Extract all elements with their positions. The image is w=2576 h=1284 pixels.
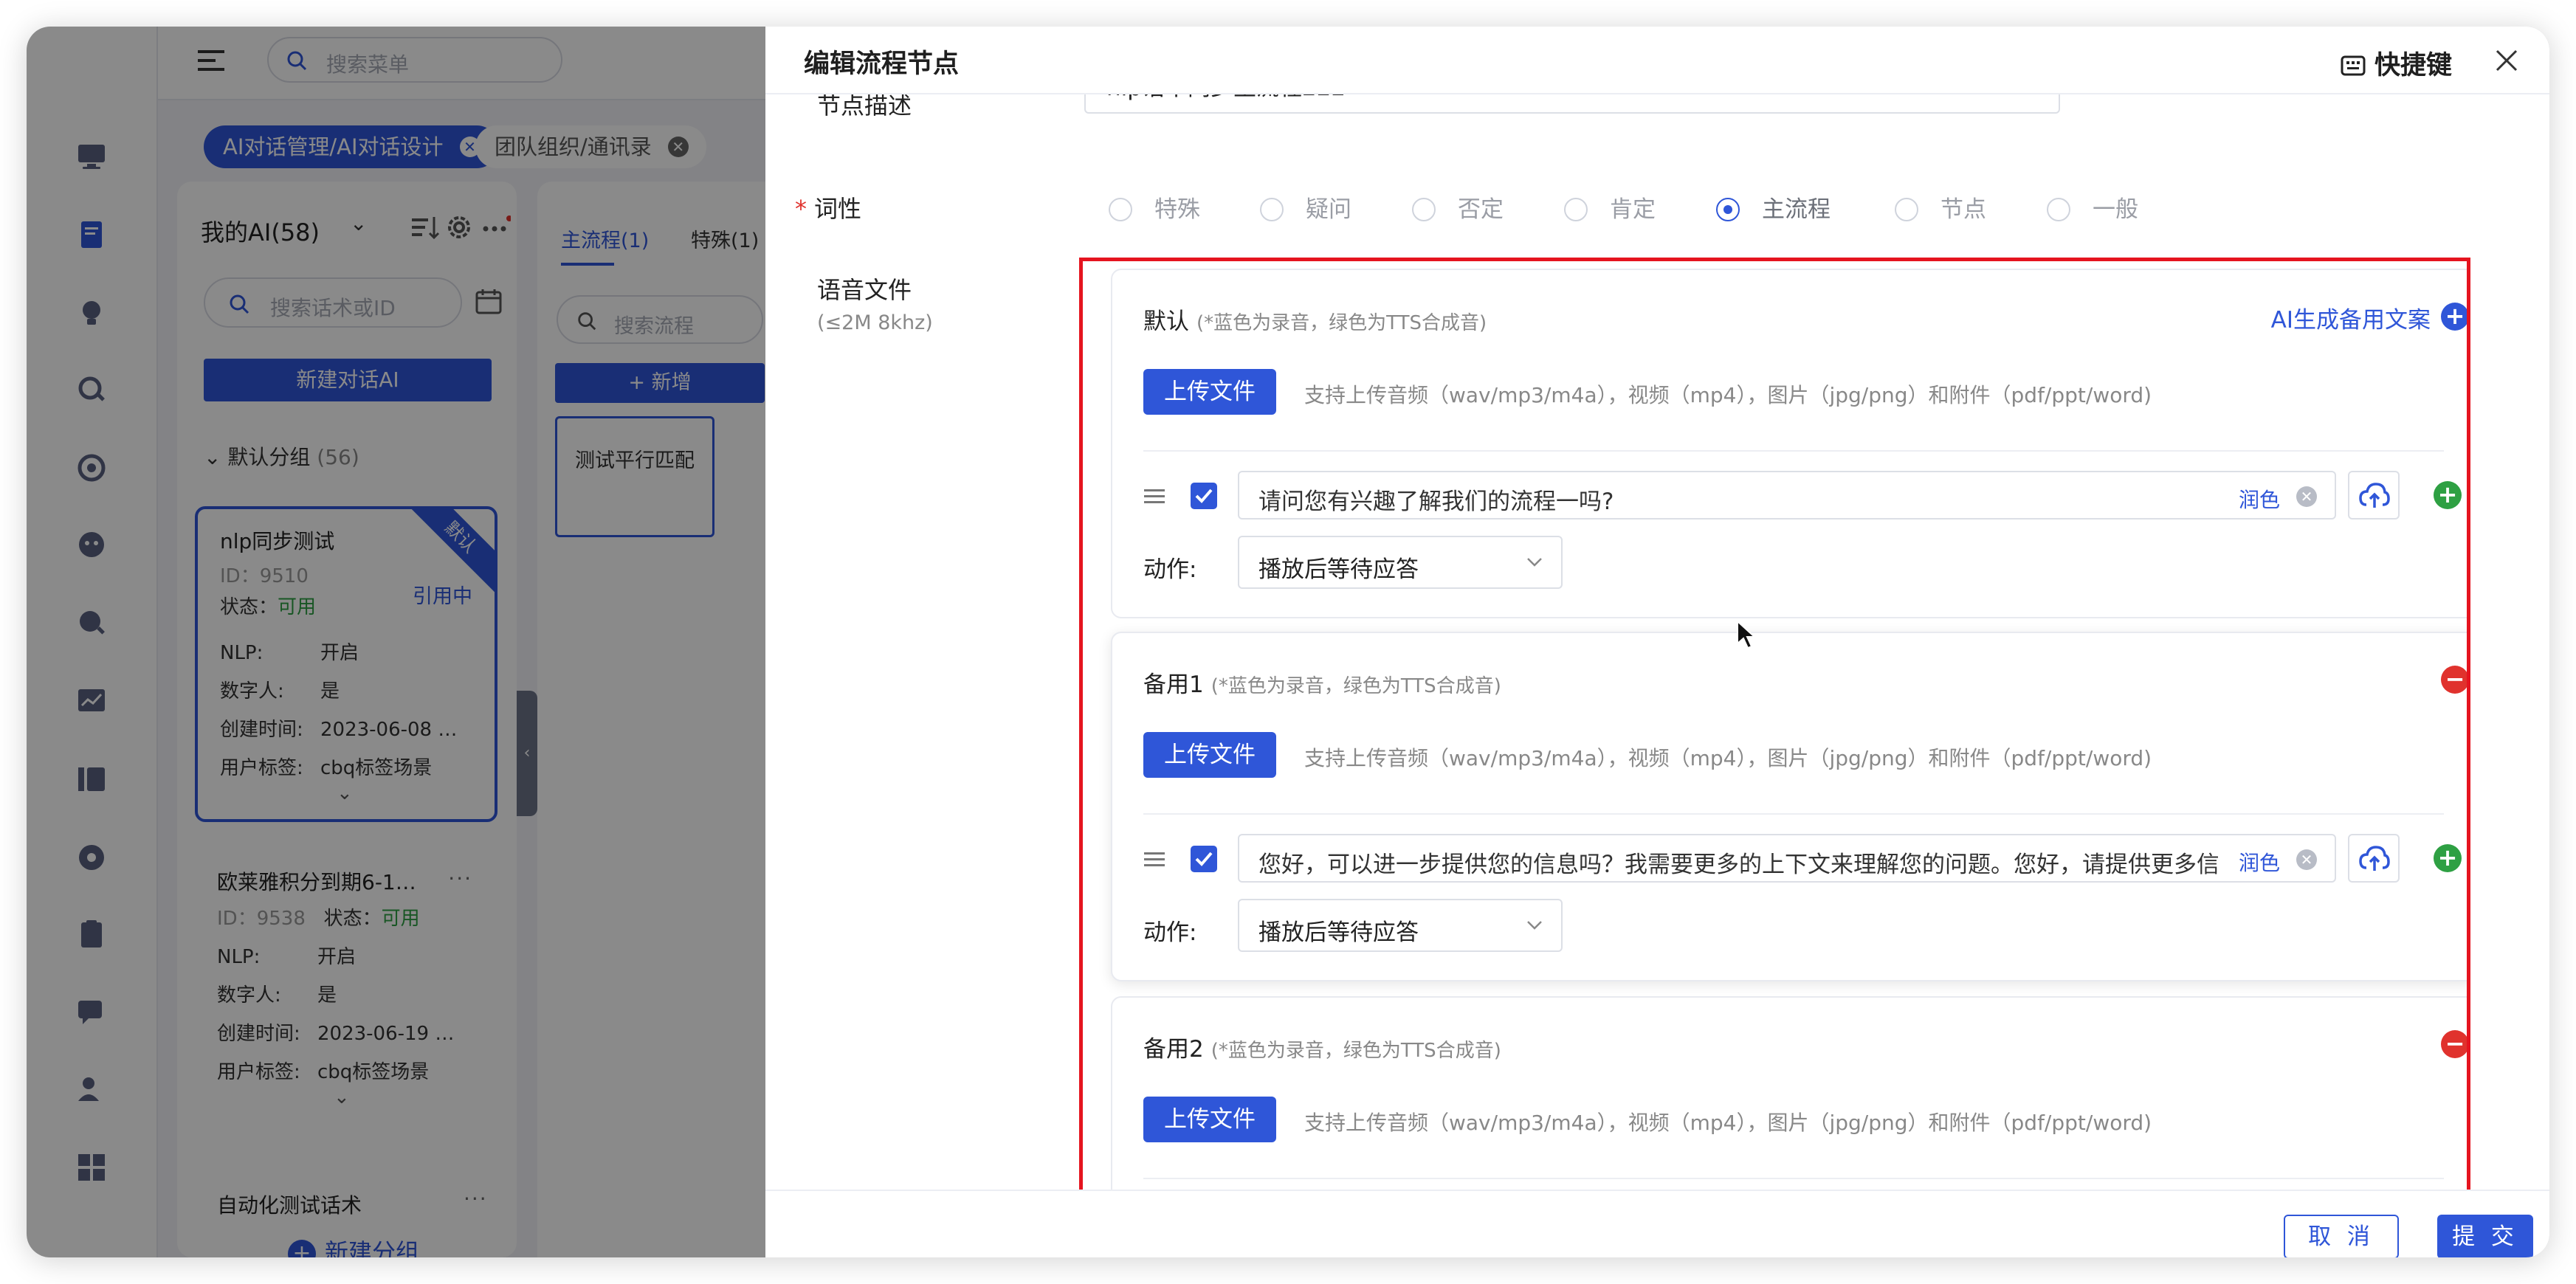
variant-hint: (*蓝色为录音，绿色为TTS合成音): [1196, 312, 1487, 334]
upload-hint: 支持上传音频（wav/mp3/m4a），视频（mp4），图片（jpg/png）和…: [1304, 383, 2152, 407]
ai-generate-link[interactable]: AI生成备用文案: [2271, 301, 2431, 334]
upload-file-button[interactable]: 上传文件: [1143, 732, 1276, 778]
cloud-upload-icon: [2359, 483, 2390, 508]
pos-label: * 词性: [795, 190, 861, 224]
radio-affirm[interactable]: 肯定: [1564, 190, 1656, 224]
variant-name: 备用1: [1143, 672, 1204, 698]
cloud-upload-icon: [2359, 846, 2390, 871]
radio-label: 疑问: [1306, 196, 1351, 223]
radio-dot: [2047, 198, 2070, 221]
action-label: 动作:: [1143, 556, 1197, 583]
highlight-frame: 默认 (*蓝色为录音，绿色为TTS合成音) AI生成备用文案 + 上传文件 支持上…: [1079, 258, 2470, 1190]
upload-file-button[interactable]: 上传文件: [1143, 1097, 1276, 1142]
clear-icon[interactable]: ✕: [2296, 849, 2317, 870]
remove-variant-icon[interactable]: −: [2441, 666, 2467, 694]
variant-checkbox[interactable]: [1191, 483, 1217, 509]
radio-label: 主流程: [1762, 196, 1831, 223]
action-label: 动作:: [1143, 919, 1197, 946]
node-description-input[interactable]: nlp话术同步主流程222: [1084, 94, 2060, 114]
action-select[interactable]: 播放后等待应答: [1238, 899, 1563, 952]
radio-negative[interactable]: 否定: [1412, 190, 1504, 224]
drag-handle-icon[interactable]: [1143, 486, 1165, 508]
cancel-button[interactable]: 取 消: [2284, 1215, 2399, 1257]
radio-label: 肯定: [1610, 196, 1656, 223]
submit-button[interactable]: 提 交: [2437, 1215, 2533, 1257]
divider: [1143, 1178, 2444, 1179]
variant-hint: (*蓝色为录音，绿色为TTS合成音): [1210, 675, 1501, 697]
radio-general[interactable]: 一般: [2047, 190, 2138, 224]
variant-backup-2: 备用2 (*蓝色为录音，绿色为TTS合成音) − 上传文件 支持上传音频（wav/…: [1111, 996, 2467, 1190]
chevron-down-icon: [1527, 921, 1542, 930]
variant-hint: (*蓝色为录音，绿色为TTS合成音): [1210, 1040, 1501, 1062]
radio-label: 一般: [2093, 196, 2138, 223]
radio-dot: [1716, 198, 1740, 221]
desc-label: 节点描述: [817, 94, 912, 120]
radio-dot: [1109, 198, 1132, 221]
radio-label: 否定: [1458, 196, 1504, 223]
variant-backup-1: 备用1 (*蓝色为录音，绿色为TTS合成音) − 上传文件 支持上传音频（wav/…: [1111, 632, 2467, 981]
variant-checkbox[interactable]: [1191, 846, 1217, 872]
chevron-down-icon: [1527, 558, 1542, 567]
clear-icon[interactable]: ✕: [2296, 486, 2317, 507]
action-select[interactable]: 播放后等待应答: [1238, 536, 1563, 589]
script-text-input[interactable]: 请问您有兴趣了解我们的流程一吗? 润色 ✕: [1238, 471, 2336, 520]
action-value: 播放后等待应答: [1258, 919, 1419, 946]
edit-node-drawer: 编辑流程节点 快捷键 节点描述 nlp话术同步主流程222 *词性 特殊 疑问 …: [765, 27, 2549, 1257]
variant-name: 默认: [1143, 308, 1189, 335]
add-row-icon[interactable]: +: [2434, 481, 2462, 509]
radio-label: 节点: [1940, 196, 1986, 223]
radio-dot: [1564, 198, 1588, 221]
cloud-upload-button[interactable]: [2348, 834, 2400, 883]
radio-dot: [1895, 198, 1918, 221]
pos-label-text: 词性: [814, 195, 862, 223]
add-variant-icon[interactable]: +: [2441, 303, 2467, 331]
script-text: 请问您有兴趣了解我们的流程一吗?: [1258, 489, 1614, 515]
voice-file-limit: (≤2M 8khz): [817, 311, 933, 334]
polish-link[interactable]: 润色: [2231, 484, 2280, 514]
divider: [1143, 450, 2444, 452]
drag-handle-icon[interactable]: [1143, 849, 1165, 871]
upload-hint: 支持上传音频（wav/mp3/m4a），视频（mp4），图片（jpg/png）和…: [1304, 746, 2152, 770]
variant-default: 默认 (*蓝色为录音，绿色为TTS合成音) AI生成备用文案 + 上传文件 支持上…: [1111, 269, 2467, 618]
upload-hint: 支持上传音频（wav/mp3/m4a），视频（mp4），图片（jpg/png）和…: [1304, 1111, 2152, 1135]
variant-title: 备用1 (*蓝色为录音，绿色为TTS合成音): [1143, 666, 1501, 699]
voice-file-label: 语音文件: [817, 276, 912, 304]
shortcut-button[interactable]: 快捷键: [2341, 44, 2452, 82]
drawer-body[interactable]: 节点描述 nlp话术同步主流程222 *词性 特殊 疑问 否定 肯定 主流程 节…: [765, 94, 2549, 1190]
radio-node[interactable]: 节点: [1895, 190, 1986, 224]
drawer-header: 编辑流程节点 快捷键: [765, 27, 2549, 94]
radio-dot: [1412, 198, 1436, 221]
divider: [1143, 813, 2444, 815]
radio-special[interactable]: 特殊: [1109, 190, 1200, 224]
add-row-icon[interactable]: +: [2434, 844, 2462, 872]
polish-link[interactable]: 润色: [2231, 847, 2280, 877]
drawer-title: 编辑流程节点: [804, 49, 960, 79]
required-mark: *: [795, 195, 807, 223]
mouse-cursor-icon: [1737, 620, 1757, 649]
variant-title: 默认 (*蓝色为录音，绿色为TTS合成音): [1143, 303, 1487, 336]
radio-dot: [1260, 198, 1284, 221]
script-text-input[interactable]: 您好，可以进一步提供您的信息吗？我需要更多的上下文来理解您的问题。您好，请提供更…: [1238, 834, 2336, 883]
app-window: 搜索菜单 AI对话管理/AI对话设计 ✕ 团队组织/通讯录 ✕ 我的AI(58)…: [27, 27, 2549, 1257]
action-value: 播放后等待应答: [1258, 556, 1419, 583]
drawer-footer: 取 消 提 交: [765, 1190, 2549, 1257]
check-icon: [1195, 852, 1213, 866]
radio-main-flow[interactable]: 主流程: [1716, 190, 1831, 224]
shortcut-label: 快捷键: [2374, 51, 2452, 80]
radio-label: 特殊: [1154, 196, 1200, 223]
remove-variant-icon[interactable]: −: [2441, 1030, 2467, 1058]
keyboard-icon: [2341, 55, 2366, 76]
variant-title: 备用2 (*蓝色为录音，绿色为TTS合成音): [1143, 1030, 1501, 1063]
script-text: 您好，可以进一步提供您的信息吗？我需要更多的上下文来理解您的问题。您好，请提供更…: [1258, 852, 2218, 878]
radio-question[interactable]: 疑问: [1260, 190, 1351, 224]
upload-file-button[interactable]: 上传文件: [1143, 369, 1276, 415]
cloud-upload-button[interactable]: [2348, 471, 2400, 520]
check-icon: [1195, 489, 1213, 503]
close-icon[interactable]: [2493, 47, 2520, 74]
variant-name: 备用2: [1143, 1036, 1204, 1063]
